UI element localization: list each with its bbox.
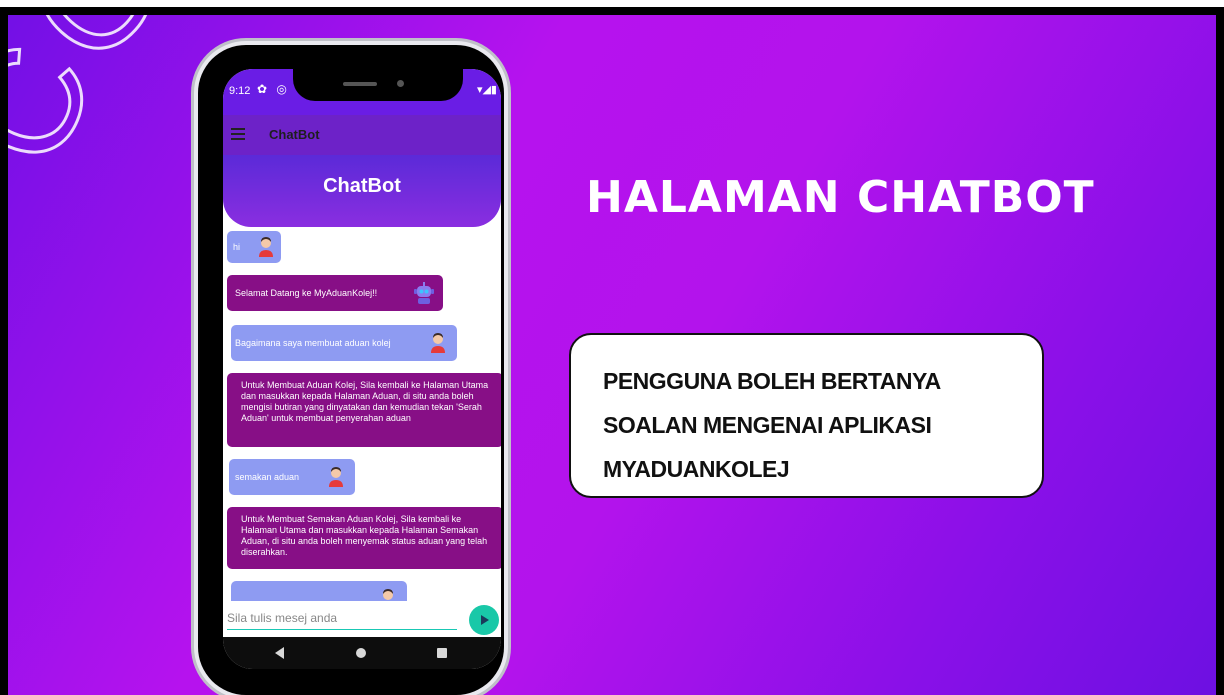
chat-message-user: Bagaimana saya membuat aduan kolej [231, 325, 457, 361]
slide-frame: COPY 9:12 ✿ ◎ ▾◢▮ [0, 7, 1224, 695]
app-bar: ChatBot [223, 115, 501, 155]
message-text: Untuk Membuat Semakan Aduan Kolej, Sila … [241, 514, 488, 557]
chat-header: ChatBot [223, 155, 501, 227]
info-text: PENGGUNA BOLEH BERTANYA SOALAN MENGENAI … [603, 368, 940, 482]
user-avatar-icon [431, 333, 445, 353]
phone-power-button [506, 195, 511, 255]
message-text: Bagaimana saya membuat aduan kolej [235, 338, 391, 348]
phone-notch [293, 69, 463, 101]
speaker-grille [343, 82, 377, 86]
chat-message-user: semakan aduan [229, 459, 355, 495]
chat-message-bot: Untuk Membuat Semakan Aduan Kolej, Sila … [227, 507, 501, 569]
phone-mockup: 9:12 ✿ ◎ ▾◢▮ ChatBot ChatBot hi Selamat … [188, 45, 514, 695]
message-text: hi [233, 242, 241, 252]
chat-message-bot: Selamat Datang ke MyAduanKolej!! [227, 275, 443, 311]
phone-volume-down-button [191, 243, 196, 281]
status-signal-battery-icon: ▾◢▮ [476, 84, 497, 96]
home-icon[interactable] [356, 648, 366, 658]
robot-avatar-icon [414, 282, 434, 304]
chat-message-user [231, 581, 407, 601]
phone-body: 9:12 ✿ ◎ ▾◢▮ ChatBot ChatBot hi Selamat … [198, 45, 504, 695]
message-input[interactable] [227, 607, 457, 630]
chat-message-bot: Untuk Membuat Aduan Kolej, Sila kembali … [227, 373, 501, 447]
hamburger-menu-icon[interactable] [231, 128, 245, 143]
app-bar-title: ChatBot [269, 127, 320, 142]
recent-apps-icon[interactable] [437, 648, 447, 658]
phone-volume-up-button [191, 195, 196, 233]
back-icon[interactable] [275, 647, 284, 659]
chat-header-title: ChatBot [323, 175, 401, 197]
message-text: Selamat Datang ke MyAduanKolej!! [235, 288, 378, 298]
status-time: 9:12 [229, 85, 251, 97]
user-avatar-icon [259, 237, 273, 257]
message-input-bar [223, 601, 501, 635]
status-settings-icon: ✿ ◎ [257, 82, 290, 96]
slide-background: COPY 9:12 ✿ ◎ ▾◢▮ [8, 15, 1216, 695]
user-avatar-icon [329, 467, 343, 487]
message-text: Untuk Membuat Aduan Kolej, Sila kembali … [241, 380, 489, 423]
status-bar: 9:12 ✿ ◎ ▾◢▮ [223, 69, 501, 115]
send-icon [481, 615, 489, 625]
slide-title: HALAMAN CHATBOT [586, 172, 1095, 223]
android-nav-bar [223, 637, 501, 669]
front-camera [397, 80, 404, 87]
phone-screen: 9:12 ✿ ◎ ▾◢▮ ChatBot ChatBot hi Selamat … [223, 69, 501, 669]
chat-message-user: hi [227, 231, 281, 263]
message-text: semakan aduan [235, 472, 300, 482]
info-box: PENGGUNA BOLEH BERTANYA SOALAN MENGENAI … [569, 333, 1044, 498]
user-avatar-icon [383, 589, 393, 600]
chat-list[interactable]: hi Selamat Datang ke MyAduanKolej!! Baga… [223, 229, 501, 601]
send-button[interactable] [469, 605, 499, 635]
phone-side-button [191, 137, 196, 161]
